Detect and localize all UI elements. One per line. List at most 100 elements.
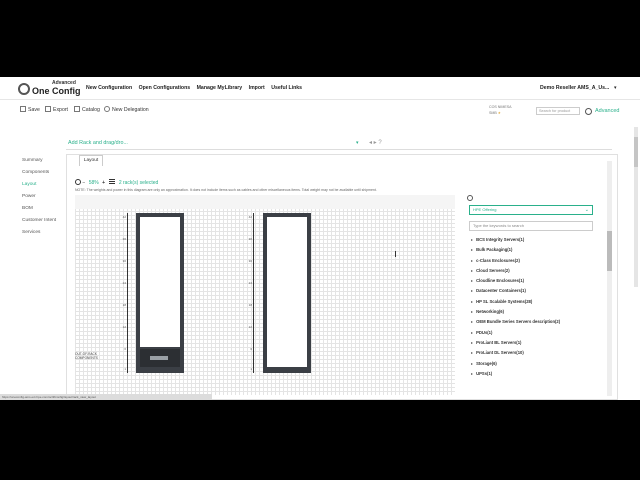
delegation-label: New Delegation [112, 107, 149, 113]
rack-canvas[interactable]: OUT-OF-RACK COMPONENTS 42 36 30 24 18 12… [75, 195, 455, 395]
nav-manage-mylibrary[interactable]: Manage MyLibrary [197, 85, 243, 91]
nav-import[interactable]: Import [249, 85, 265, 91]
ruler-tick: 36 [122, 237, 126, 241]
search-icon[interactable] [585, 108, 592, 115]
ruler-tick: 30 [248, 259, 252, 263]
ruler-tick: 1 [250, 367, 252, 371]
rack-1-base [140, 349, 180, 367]
panel-scrollbar[interactable] [607, 161, 612, 396]
category-item[interactable]: ProLiant BL Servers(1) [471, 338, 560, 348]
chevron-down-icon[interactable]: ▾ [614, 85, 617, 91]
canvas-header [75, 195, 455, 209]
rack-header-nav[interactable]: ◂ ▸ ? [369, 139, 382, 146]
rack-2-slots[interactable] [267, 217, 307, 367]
advanced-search-link[interactable]: Advanced [595, 108, 619, 114]
offering-dropdown[interactable]: HPE Offering ⌄ [469, 205, 593, 215]
status-line-1-tag: NIMESA [497, 105, 512, 109]
status-star-icon: ★ [497, 111, 502, 115]
zoom-out-button[interactable]: − [82, 180, 85, 186]
catalog-panel: HPE Offering ⌄ Type the keywords to sear… [467, 195, 597, 395]
product-search-input[interactable]: Search for product [536, 107, 580, 115]
ruler-tick: 12 [122, 325, 126, 329]
sidebar-item-components[interactable]: Components [22, 167, 56, 179]
weight-note: NOTE: The weights and power in this diag… [75, 188, 377, 192]
sidebar-item-power[interactable]: Power [22, 191, 56, 203]
ruler-tick: 18 [122, 303, 126, 307]
rack-header-caret-icon[interactable]: ▾ [356, 140, 359, 146]
add-rack-title[interactable]: Add Rack and drag/dro... [68, 140, 128, 146]
rack-1-ruler: 42 36 30 24 18 12 6 1 [121, 213, 128, 373]
list-icon[interactable] [109, 179, 116, 185]
config-sidebar: Summary Components Layout Power BOM Cust… [22, 155, 56, 239]
ruler-tick: 42 [248, 215, 252, 219]
app-window: Advanced One Config New Configuration Op… [0, 77, 640, 400]
zoom-bar: − 58% + 2 rack(s) selected [75, 179, 158, 186]
category-item[interactable]: Storage(6) [471, 359, 560, 369]
category-item[interactable]: c-Class Enclosures(2) [471, 256, 560, 266]
zoom-icon[interactable] [75, 179, 81, 185]
ruler-tick: 30 [122, 259, 126, 263]
sidebar-item-customer-intent[interactable]: Customer Intent [22, 215, 56, 227]
rack-1-slots[interactable] [140, 217, 180, 347]
tab-layout[interactable]: Layout [79, 155, 103, 166]
rack-header: Add Rack and drag/dro... ▾ ◂ ▸ ? [66, 137, 612, 150]
ruler-tick: 1 [124, 367, 126, 371]
new-delegation-button[interactable]: New Delegation [104, 106, 149, 113]
catalog-button[interactable]: Catalog [74, 106, 100, 113]
zoom-in-button[interactable]: + [102, 180, 105, 186]
ruler-tick: 18 [248, 303, 252, 307]
status-line-1: COS [489, 105, 497, 109]
ruler-tick: 6 [250, 347, 252, 351]
top-bar: Advanced One Config New Configuration Op… [0, 77, 640, 100]
sidebar-item-layout[interactable]: Layout [22, 179, 56, 191]
racks-selected[interactable]: 2 rack(s) selected [119, 180, 158, 186]
ruler-tick: 12 [248, 325, 252, 329]
sidebar-item-services[interactable]: Services [22, 227, 56, 239]
brand-logo[interactable]: Advanced One Config [18, 80, 81, 96]
category-item[interactable]: Datacenter Containers(1) [471, 286, 560, 296]
rack-1[interactable] [136, 213, 184, 373]
catalog-label: Catalog [82, 107, 100, 113]
logo-mark-icon [18, 83, 30, 95]
category-list: BCS Integrity Servers(1) Bulk Packaging(… [471, 235, 560, 379]
export-icon [45, 106, 51, 112]
save-button[interactable]: Save [20, 106, 40, 113]
category-item[interactable]: Networking(6) [471, 307, 560, 317]
sidebar-item-bom[interactable]: BOM [22, 203, 56, 215]
category-item[interactable]: Cloudline Enclosures(1) [471, 276, 560, 286]
ruler-tick: 6 [124, 347, 126, 351]
category-item[interactable]: Bulk Packaging(1) [471, 245, 560, 255]
category-item[interactable]: OEM Bundle Series Servers description(2) [471, 317, 560, 327]
brand-name: One Config [32, 86, 81, 96]
category-item[interactable]: UPSs(1) [471, 369, 560, 379]
status-indicators: COS NIMESA SMB ★ [489, 104, 512, 116]
category-item[interactable]: PDUs(1) [471, 328, 560, 338]
export-button[interactable]: Export [45, 106, 68, 113]
category-item[interactable]: BCS Integrity Servers(1) [471, 235, 560, 245]
rack-2-ruler: 42 36 30 24 18 12 6 1 [247, 213, 254, 373]
status-line-2: SMB [489, 111, 497, 115]
nav-useful-links[interactable]: Useful Links [271, 85, 302, 91]
chat-icon[interactable] [467, 195, 473, 201]
save-label: Save [28, 107, 40, 113]
zoom-level: 58% [88, 180, 99, 186]
main-nav: New Configuration Open Configurations Ma… [86, 85, 307, 91]
rack-1-base-label [150, 356, 168, 360]
nav-new-configuration[interactable]: New Configuration [86, 85, 132, 91]
sidebar-item-summary[interactable]: Summary [22, 155, 56, 167]
rack-2[interactable] [263, 213, 311, 373]
category-item[interactable]: ProLiant DL Servers(10) [471, 348, 560, 358]
catalog-search-input[interactable]: Type the keywords to search [469, 221, 593, 231]
category-item[interactable]: Cloud Servers(2) [471, 266, 560, 276]
panel-scrollbar-thumb[interactable] [607, 231, 612, 271]
user-menu[interactable]: Demo Reseller AMS_A_Us... [540, 85, 609, 91]
nav-open-configurations[interactable]: Open Configurations [139, 85, 191, 91]
save-icon [20, 106, 26, 112]
delegation-icon [104, 106, 110, 112]
export-label: Export [53, 107, 68, 113]
browser-status-url: https://oneconfig-ams.ext.hpe.com/oc/#/c… [0, 394, 212, 400]
ruler-tick: 36 [248, 237, 252, 241]
page-scrollbar[interactable] [634, 127, 638, 287]
category-item[interactable]: HP SL Scalable Systems(28) [471, 297, 560, 307]
page-scrollbar-thumb[interactable] [634, 137, 638, 167]
